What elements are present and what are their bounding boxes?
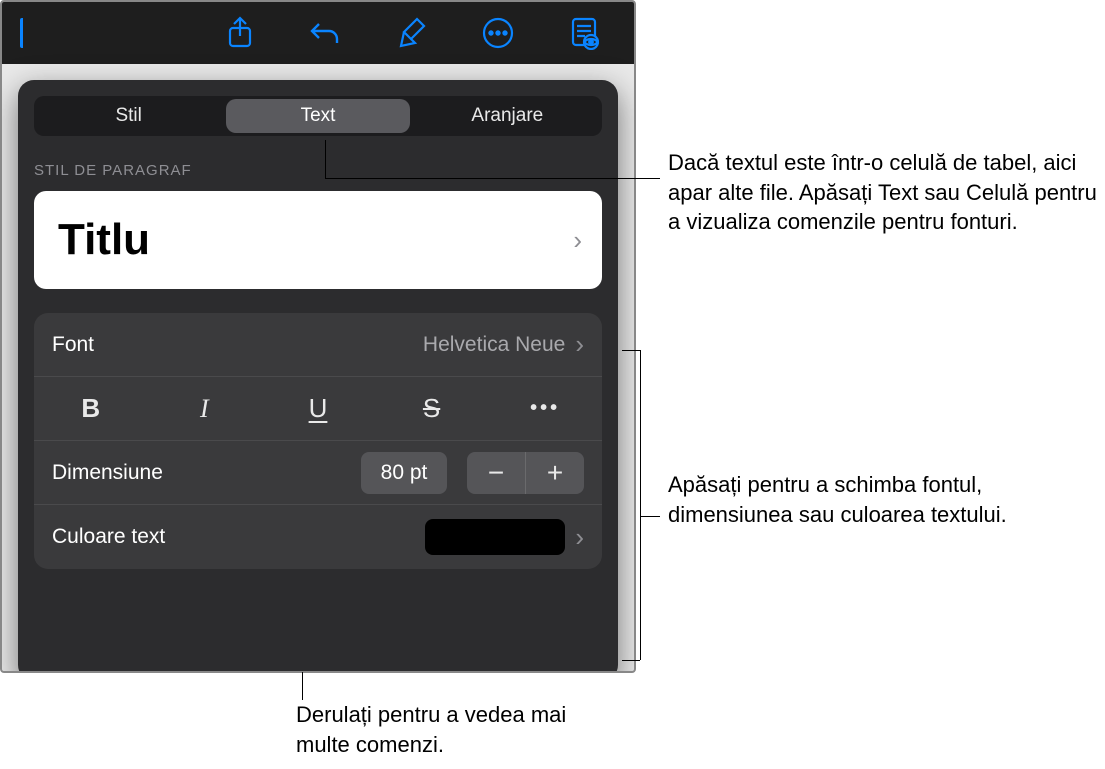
annotation-scroll: Derulați pentru a vedea mai multe comenz…: [296, 700, 616, 759]
share-icon: [226, 16, 254, 50]
strike-button[interactable]: S: [375, 377, 489, 440]
annotation-font: Apăsați pentru a schimba fontul, dimensi…: [668, 470, 1068, 529]
size-increase-button[interactable]: +: [526, 452, 584, 494]
app-frame: Stil Text Aranjare STIL DE PARAGRAF Titl…: [0, 0, 636, 673]
format-popover: Stil Text Aranjare STIL DE PARAGRAF Titl…: [18, 80, 618, 673]
tab-arrange[interactable]: Aranjare: [416, 99, 599, 133]
size-row: Dimensiune 80 pt − +: [34, 441, 602, 505]
tabs: Stil Text Aranjare: [34, 96, 602, 136]
tab-text[interactable]: Text: [226, 99, 409, 133]
leader-line: [325, 140, 326, 178]
undo-icon: [309, 18, 343, 48]
size-decrease-button[interactable]: −: [467, 452, 525, 494]
format-button[interactable]: [390, 11, 434, 55]
leader-line: [302, 672, 303, 700]
size-value[interactable]: 80 pt: [361, 452, 447, 494]
page-mode-icon: [569, 16, 599, 50]
chevron-right-icon: ›: [573, 225, 582, 256]
leader-line: [640, 516, 660, 517]
more-icon: [481, 16, 515, 50]
text-more-button[interactable]: •••: [488, 377, 602, 440]
share-button[interactable]: [218, 11, 262, 55]
top-toolbar: [2, 2, 634, 64]
font-card: Font Helvetica Neue › B I U S ••• Dimens…: [34, 313, 602, 569]
font-label: Font: [52, 333, 94, 357]
leader-bracket: [640, 350, 641, 660]
chevron-right-icon: ›: [575, 329, 584, 360]
font-value: Helvetica Neue: [423, 333, 565, 357]
brush-icon: [397, 16, 427, 50]
size-label: Dimensiune: [52, 461, 163, 485]
italic-button[interactable]: I: [148, 377, 262, 440]
tab-style[interactable]: Stil: [37, 99, 220, 133]
leader-bracket: [622, 350, 640, 351]
annotation-tabs: Dacă textul este într-o celulă de tabel,…: [668, 148, 1100, 237]
canvas: Stil Text Aranjare STIL DE PARAGRAF Titl…: [0, 0, 1105, 769]
leader-bracket: [622, 660, 640, 661]
font-row[interactable]: Font Helvetica Neue ›: [34, 313, 602, 377]
bold-button[interactable]: B: [34, 377, 148, 440]
underline-button[interactable]: U: [261, 377, 375, 440]
paragraph-style-row[interactable]: Titlu ›: [34, 191, 602, 289]
more-button[interactable]: [476, 11, 520, 55]
toolbar-buttons: [218, 11, 606, 55]
size-stepper: − +: [467, 452, 584, 494]
paragraph-style-label: STIL DE PARAGRAF: [34, 162, 602, 179]
edge-indicator: [20, 18, 26, 48]
text-color-label: Culoare text: [52, 525, 165, 549]
undo-button[interactable]: [304, 11, 348, 55]
text-color-row[interactable]: Culoare text ›: [34, 505, 602, 569]
chevron-right-icon: ›: [575, 522, 584, 553]
paragraph-style-value: Titlu: [58, 215, 150, 265]
leader-line: [325, 178, 660, 179]
text-color-swatch: [425, 519, 565, 555]
text-style-buttons: B I U S •••: [34, 377, 602, 441]
view-mode-button[interactable]: [562, 11, 606, 55]
